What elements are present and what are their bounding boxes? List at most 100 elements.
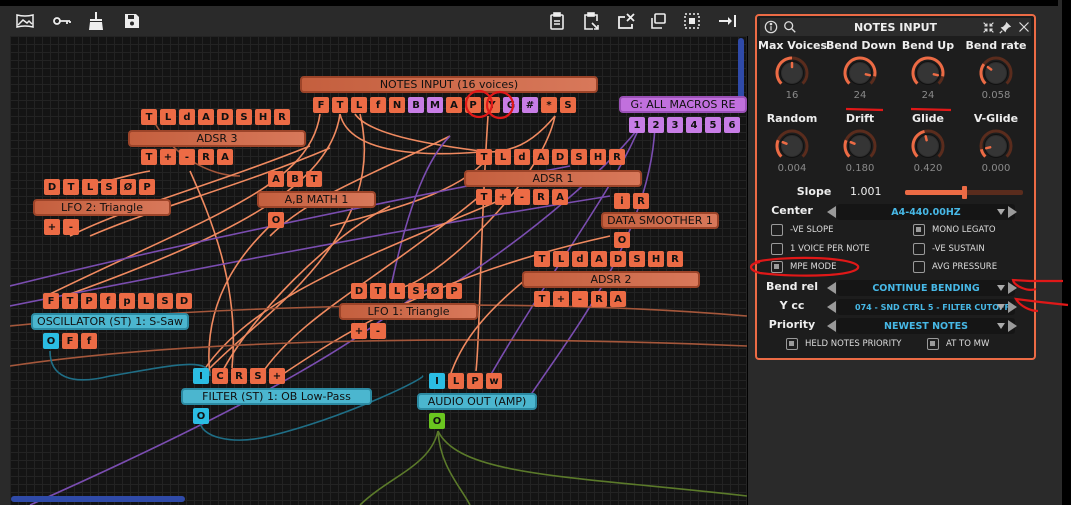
port-out[interactable]: +: [553, 291, 569, 307]
port-out[interactable]: A: [552, 189, 568, 205]
port-in[interactable]: T: [332, 97, 348, 113]
checkbox-box[interactable]: [771, 261, 783, 273]
port-out[interactable]: A: [217, 149, 233, 165]
port-in[interactable]: L: [82, 179, 98, 195]
port-in[interactable]: I: [429, 373, 445, 389]
node-title-osc1[interactable]: OSCILLATOR (ST) 1: S-Saw: [31, 313, 189, 330]
priority-next-button[interactable]: [1008, 320, 1017, 332]
port-in[interactable]: p: [119, 293, 135, 309]
checkbox-ve-slope[interactable]: -VE SLOPE: [771, 224, 833, 236]
port-out[interactable]: R: [591, 291, 607, 307]
port-in[interactable]: P: [139, 179, 155, 195]
knob-dial[interactable]: [758, 54, 826, 92]
port-in[interactable]: B: [408, 97, 424, 113]
duplicate-icon[interactable]: [647, 10, 669, 32]
checkbox-held-notes-priority[interactable]: HELD NOTES PRIORITY: [786, 338, 901, 350]
checkbox-1-voice-per-note[interactable]: 1 VOICE PER NOTE: [771, 242, 870, 255]
node-title-smoother1[interactable]: DATA SMOOTHER 1: [601, 212, 719, 229]
port-in[interactable]: T: [370, 283, 386, 299]
port-in[interactable]: T: [534, 251, 550, 267]
port-in[interactable]: D: [610, 251, 626, 267]
port-in[interactable]: N: [389, 97, 405, 113]
port-in[interactable]: T: [476, 149, 492, 165]
port-in[interactable]: d: [514, 149, 530, 165]
priority-prev-button[interactable]: [827, 320, 836, 332]
port-in[interactable]: F: [43, 293, 59, 309]
node-title-notes-input[interactable]: NOTES INPUT (16 voices): [300, 76, 598, 93]
port-in[interactable]: T: [62, 293, 78, 309]
port-in[interactable]: T: [63, 179, 79, 195]
port-out[interactable]: T: [141, 149, 157, 165]
knob-random[interactable]: Random 0.004: [758, 112, 826, 174]
port-in[interactable]: S: [571, 149, 587, 165]
port-out[interactable]: 3: [667, 117, 683, 133]
port-in[interactable]: #: [522, 97, 538, 113]
port-out[interactable]: O: [193, 408, 209, 424]
checkbox-box[interactable]: [771, 242, 783, 255]
port-in[interactable]: S: [560, 97, 576, 113]
node-title-macros[interactable]: G: ALL MACROS RE: [619, 96, 747, 113]
checkbox-box[interactable]: [913, 224, 925, 236]
port-out[interactable]: -: [572, 291, 588, 307]
port-out[interactable]: F: [62, 333, 78, 349]
node-title-abmath1[interactable]: A,B MATH 1: [257, 191, 376, 208]
node-title-adsr1[interactable]: ADSR 1: [464, 170, 642, 187]
port-in[interactable]: i: [614, 193, 630, 209]
port-in[interactable]: R: [609, 149, 625, 165]
node-title-adsr3[interactable]: ADSR 3: [128, 130, 306, 147]
save-icon[interactable]: [121, 10, 143, 32]
priority-select[interactable]: NEWEST NOTES: [837, 318, 1015, 334]
port-in[interactable]: Y: [484, 97, 500, 113]
port-in[interactable]: Ø: [427, 283, 443, 299]
checkbox-mono-legato[interactable]: MONO LEGATO: [913, 224, 996, 236]
knob-dial[interactable]: [894, 127, 962, 165]
port-in[interactable]: D: [217, 109, 233, 125]
port-in[interactable]: S: [629, 251, 645, 267]
port-in[interactable]: D: [552, 149, 568, 165]
port-out[interactable]: -: [63, 219, 79, 235]
port-in[interactable]: L: [351, 97, 367, 113]
node-title-filter1[interactable]: FILTER (ST) 1: OB Low-Pass: [181, 388, 372, 405]
port-in[interactable]: S: [250, 368, 266, 384]
center-prev-button[interactable]: [827, 206, 836, 218]
knob-glide[interactable]: Glide 0.420: [894, 112, 962, 174]
port-out[interactable]: 1: [629, 117, 645, 133]
knob-v-glide[interactable]: V-Glide 0.000: [962, 112, 1030, 174]
port-in[interactable]: +: [269, 368, 285, 384]
port-in[interactable]: L: [138, 293, 154, 309]
clipboard-icon[interactable]: [546, 10, 568, 32]
knob-dial[interactable]: [962, 54, 1030, 92]
checkbox-box[interactable]: [771, 224, 783, 236]
knob-dial[interactable]: [894, 54, 962, 92]
center-select[interactable]: A4-440.00HZ: [837, 204, 1015, 220]
checkbox-box[interactable]: [913, 261, 925, 273]
port-in[interactable]: P: [465, 97, 481, 113]
port-in[interactable]: f: [370, 97, 386, 113]
close-icon[interactable]: [1016, 19, 1032, 35]
broom-icon[interactable]: [85, 10, 107, 32]
port-in[interactable]: T: [306, 171, 322, 187]
port-in[interactable]: S: [408, 283, 424, 299]
port-in[interactable]: A: [268, 171, 284, 187]
port-out[interactable]: R: [533, 189, 549, 205]
port-in[interactable]: I: [193, 368, 209, 384]
node-title-adsr2[interactable]: ADSR 2: [522, 271, 700, 288]
port-in[interactable]: P: [81, 293, 97, 309]
port-in[interactable]: L: [448, 373, 464, 389]
port-in[interactable]: A: [446, 97, 462, 113]
knob-bend-down[interactable]: Bend Down 24: [826, 39, 896, 101]
port-out[interactable]: T: [476, 189, 492, 205]
port-in[interactable]: Ø: [120, 179, 136, 195]
port-in[interactable]: D: [351, 283, 367, 299]
checkbox-box[interactable]: [913, 242, 925, 255]
checkbox-at-to-mw[interactable]: AT TO MW: [927, 338, 989, 350]
port-in[interactable]: R: [667, 251, 683, 267]
port-out[interactable]: +: [160, 149, 176, 165]
port-out[interactable]: -: [514, 189, 530, 205]
port-in[interactable]: C: [212, 368, 228, 384]
port-in[interactable]: L: [389, 283, 405, 299]
port-in[interactable]: w: [486, 373, 502, 389]
image-icon[interactable]: [14, 10, 36, 32]
knob-dial[interactable]: [826, 127, 894, 165]
port-out[interactable]: O: [43, 333, 59, 349]
